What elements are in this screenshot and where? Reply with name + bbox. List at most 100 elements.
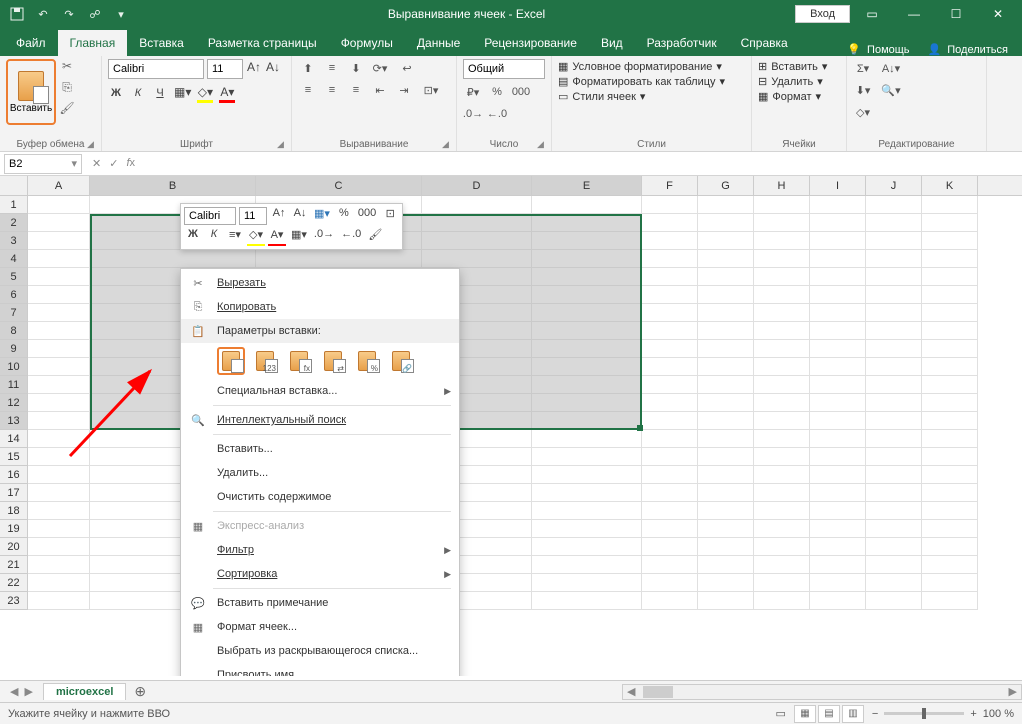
mini-merge-icon[interactable]: ⊡ bbox=[381, 207, 399, 225]
decrease-decimal-icon[interactable]: ←.0 bbox=[487, 105, 507, 123]
cell[interactable] bbox=[754, 592, 810, 610]
number-launcher-icon[interactable]: ◢ bbox=[537, 139, 547, 149]
cell[interactable] bbox=[922, 304, 978, 322]
cell[interactable] bbox=[532, 304, 642, 322]
cell[interactable] bbox=[28, 538, 90, 556]
cell[interactable] bbox=[28, 196, 90, 214]
cell[interactable] bbox=[698, 412, 754, 430]
col-header[interactable]: B bbox=[90, 176, 256, 195]
cell[interactable] bbox=[698, 304, 754, 322]
cell[interactable] bbox=[866, 520, 922, 538]
row-header[interactable]: 7 bbox=[0, 304, 28, 322]
col-header[interactable]: E bbox=[532, 176, 642, 195]
display-settings-icon[interactable]: ▭ bbox=[776, 707, 786, 720]
font-launcher-icon[interactable]: ◢ bbox=[277, 139, 287, 149]
zoom-level[interactable]: 100 % bbox=[983, 708, 1014, 720]
font-color-icon[interactable]: A▾ bbox=[219, 85, 235, 103]
cell[interactable] bbox=[698, 520, 754, 538]
maximize-icon[interactable]: ☐ bbox=[936, 0, 976, 28]
cell[interactable] bbox=[28, 340, 90, 358]
cell[interactable] bbox=[642, 394, 698, 412]
cell[interactable] bbox=[642, 376, 698, 394]
cell[interactable] bbox=[810, 322, 866, 340]
cut-icon[interactable]: ✂ bbox=[58, 59, 76, 77]
cell[interactable] bbox=[810, 592, 866, 610]
align-top-icon[interactable]: ⬆ bbox=[298, 59, 318, 77]
cell[interactable] bbox=[642, 592, 698, 610]
align-middle-icon[interactable]: ≡ bbox=[322, 59, 342, 77]
sheet-nav-prev-icon[interactable]: ◀ bbox=[10, 685, 18, 698]
cell[interactable] bbox=[866, 304, 922, 322]
row-header[interactable]: 21 bbox=[0, 556, 28, 574]
mini-accounting-icon[interactable]: ▦▾ bbox=[312, 207, 332, 225]
cell[interactable] bbox=[866, 286, 922, 304]
cell[interactable] bbox=[922, 268, 978, 286]
alignment-launcher-icon[interactable]: ◢ bbox=[442, 139, 452, 149]
cell[interactable] bbox=[810, 286, 866, 304]
cell[interactable] bbox=[532, 412, 642, 430]
col-header[interactable]: D bbox=[422, 176, 532, 195]
sheet-nav-next-icon[interactable]: ▶ bbox=[24, 685, 32, 698]
mini-font-combo[interactable]: Calibri bbox=[184, 207, 236, 225]
cell[interactable] bbox=[866, 484, 922, 502]
cell[interactable] bbox=[642, 556, 698, 574]
cell[interactable] bbox=[922, 430, 978, 448]
worksheet-grid[interactable]: ABCDEFGHIJK 1234567891011121314151617181… bbox=[0, 176, 1022, 676]
cell[interactable] bbox=[28, 520, 90, 538]
cell[interactable] bbox=[922, 592, 978, 610]
cell[interactable] bbox=[810, 520, 866, 538]
cell[interactable] bbox=[28, 502, 90, 520]
cell[interactable] bbox=[422, 214, 532, 232]
cell[interactable] bbox=[698, 232, 754, 250]
col-header[interactable]: C bbox=[256, 176, 422, 195]
cell[interactable] bbox=[532, 250, 642, 268]
mini-percent-icon[interactable]: % bbox=[335, 207, 353, 225]
cell[interactable] bbox=[642, 196, 698, 214]
enter-formula-icon[interactable]: ✓ bbox=[109, 157, 118, 170]
tab-formulas[interactable]: Формулы bbox=[329, 30, 405, 56]
cell[interactable] bbox=[866, 574, 922, 592]
row-header[interactable]: 6 bbox=[0, 286, 28, 304]
cell[interactable] bbox=[810, 394, 866, 412]
cell[interactable] bbox=[922, 484, 978, 502]
cell[interactable] bbox=[642, 304, 698, 322]
cell[interactable] bbox=[810, 358, 866, 376]
cell[interactable] bbox=[532, 340, 642, 358]
cell[interactable] bbox=[754, 394, 810, 412]
cell[interactable] bbox=[698, 538, 754, 556]
cm-sort[interactable]: Сортировка▶ bbox=[181, 562, 459, 586]
cm-filter[interactable]: Фильтр▶ bbox=[181, 538, 459, 562]
cell[interactable] bbox=[810, 250, 866, 268]
cell[interactable] bbox=[754, 412, 810, 430]
paste-option-values[interactable]: 123 bbox=[251, 347, 279, 375]
mini-italic-button[interactable]: К bbox=[205, 228, 223, 246]
cm-delete[interactable]: Удалить... bbox=[181, 461, 459, 485]
cell[interactable] bbox=[754, 232, 810, 250]
row-header[interactable]: 11 bbox=[0, 376, 28, 394]
cell[interactable] bbox=[922, 574, 978, 592]
cell[interactable] bbox=[698, 214, 754, 232]
cell[interactable] bbox=[866, 196, 922, 214]
cell[interactable] bbox=[754, 448, 810, 466]
cell[interactable] bbox=[642, 502, 698, 520]
mini-align-icon[interactable]: ≡▾ bbox=[226, 228, 244, 246]
cell[interactable] bbox=[922, 286, 978, 304]
row-header[interactable]: 17 bbox=[0, 484, 28, 502]
row-header[interactable]: 19 bbox=[0, 520, 28, 538]
cell[interactable] bbox=[866, 232, 922, 250]
italic-button[interactable]: К bbox=[130, 85, 146, 103]
borders-icon[interactable]: ▦▾ bbox=[174, 85, 191, 103]
cell[interactable] bbox=[810, 556, 866, 574]
bold-button[interactable]: Ж bbox=[108, 85, 124, 103]
row-header[interactable]: 1 bbox=[0, 196, 28, 214]
cell[interactable] bbox=[754, 358, 810, 376]
row-header[interactable]: 15 bbox=[0, 448, 28, 466]
align-right-icon[interactable]: ≡ bbox=[346, 81, 366, 99]
comma-icon[interactable]: 000 bbox=[511, 83, 531, 101]
col-header[interactable]: J bbox=[866, 176, 922, 195]
row-header[interactable]: 2 bbox=[0, 214, 28, 232]
cell[interactable] bbox=[810, 196, 866, 214]
cell[interactable] bbox=[698, 466, 754, 484]
cell[interactable] bbox=[422, 196, 532, 214]
format-cells-button[interactable]: ▦Формат▾ bbox=[758, 89, 840, 104]
